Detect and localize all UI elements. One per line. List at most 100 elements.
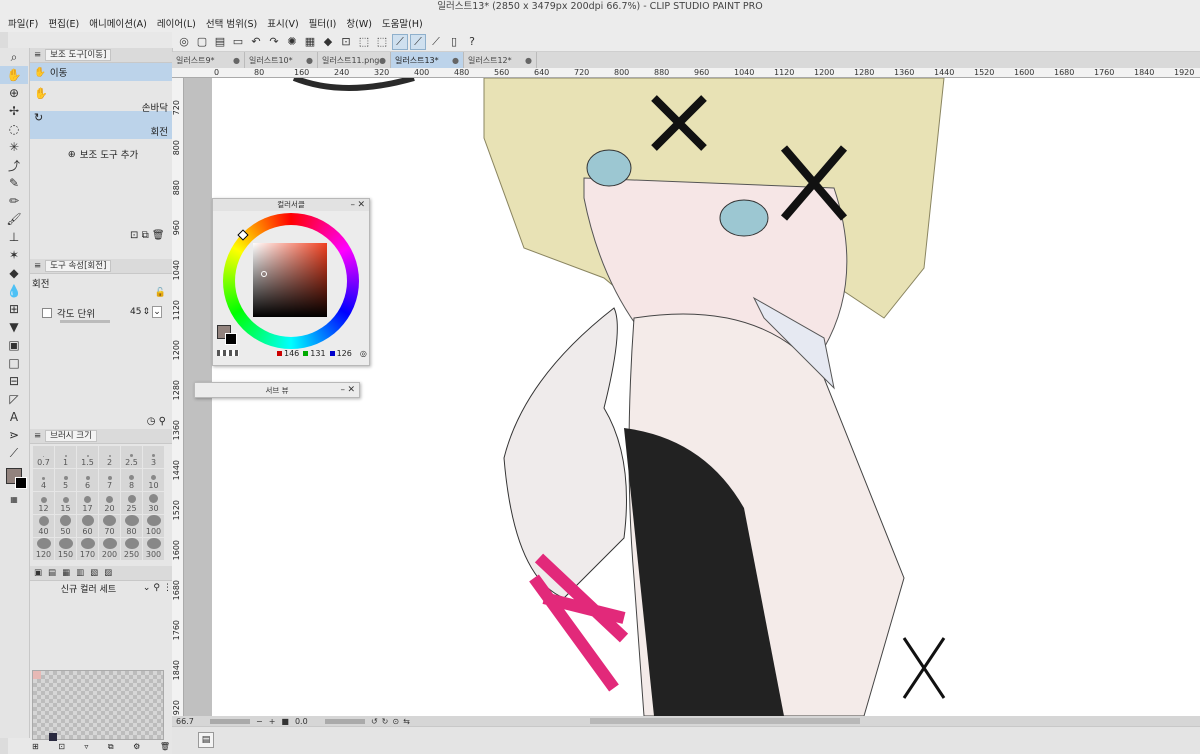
clock-icon[interactable]: ◷ bbox=[147, 416, 156, 427]
transparent-color-chip[interactable] bbox=[217, 350, 239, 356]
decoration-icon[interactable]: ✶ bbox=[0, 246, 28, 264]
brush-size-cell[interactable]: 70 bbox=[99, 515, 120, 537]
brush-size-cell[interactable]: 20 bbox=[99, 492, 120, 514]
undo-icon[interactable]: ↶ bbox=[248, 34, 264, 50]
lock-icon[interactable]: 🔓 bbox=[155, 288, 166, 298]
transparent-color-icon[interactable]: ▦ bbox=[0, 490, 28, 508]
close-tab-icon[interactable]: ● bbox=[379, 56, 386, 65]
clear-icon[interactable]: ▦ bbox=[302, 34, 318, 50]
color-set-grid[interactable] bbox=[32, 670, 164, 741]
menu-layer[interactable]: 레이어(L) bbox=[157, 16, 196, 30]
snap-ruler-icon[interactable]: ⟋ bbox=[392, 33, 408, 50]
brush-size-cell[interactable]: 2.5 bbox=[121, 446, 142, 468]
color-slider-tab-icon[interactable]: ▤ bbox=[48, 568, 56, 578]
color-swatch[interactable] bbox=[49, 733, 57, 741]
angle-unit-checkbox[interactable] bbox=[42, 308, 52, 318]
layer-move-icon[interactable]: ⊕ bbox=[0, 84, 28, 102]
rectangle-icon[interactable]: □ bbox=[0, 354, 28, 372]
menu-edit[interactable]: 편집(E) bbox=[48, 16, 79, 30]
subtool-group-move[interactable]: ✋ 이동 bbox=[30, 63, 172, 81]
gradient-icon[interactable]: ▣ bbox=[0, 336, 28, 354]
sub-color-chip[interactable] bbox=[225, 333, 237, 345]
close-tab-icon[interactable]: ● bbox=[233, 56, 240, 65]
brush-size-cell[interactable]: 8 bbox=[121, 469, 142, 491]
eraser-icon[interactable]: ◆ bbox=[0, 264, 28, 282]
frame-icon[interactable]: ⊟ bbox=[0, 372, 28, 390]
move-hand-icon[interactable]: ✋ bbox=[0, 66, 28, 84]
close-icon[interactable]: ✕ bbox=[347, 383, 355, 398]
minimize-icon[interactable]: – bbox=[341, 383, 346, 398]
saturation-value-square[interactable] bbox=[253, 243, 327, 317]
eyedropper-icon[interactable]: ⤴ bbox=[0, 156, 28, 174]
sub-view-window[interactable]: 서브 뷰 – ✕ bbox=[194, 382, 360, 398]
brush-size-cell[interactable]: 250 bbox=[121, 538, 142, 560]
toolprop-tab[interactable]: 도구 속성[회전] bbox=[45, 260, 112, 272]
more-icon[interactable]: ⋮ bbox=[163, 583, 172, 593]
brush-size-cell[interactable]: 100 bbox=[143, 515, 164, 537]
brush-size-cell[interactable]: 150 bbox=[55, 538, 76, 560]
chevron-down-icon[interactable]: ⌄ bbox=[152, 306, 162, 318]
balloon-icon[interactable]: ⋗ bbox=[0, 426, 28, 444]
close-icon[interactable]: ✕ bbox=[357, 199, 365, 211]
help-icon[interactable]: ? bbox=[464, 34, 480, 50]
brush-size-cell[interactable]: 5 bbox=[55, 469, 76, 491]
snap-grid-icon[interactable]: ⟋ bbox=[428, 34, 444, 50]
transform-icon[interactable]: ⊡ bbox=[338, 34, 354, 50]
zoom-icon[interactable]: ⌕ bbox=[0, 48, 28, 66]
brush-size-cell[interactable]: 50 bbox=[55, 515, 76, 537]
reset-zoom-icon[interactable]: ■ bbox=[281, 717, 289, 726]
redo-icon[interactable]: ↷ bbox=[266, 34, 282, 50]
doc-tab[interactable]: 일러스트13* ● bbox=[391, 52, 464, 68]
menu-filter[interactable]: 필터(I) bbox=[309, 16, 337, 30]
new-file-icon[interactable]: ▢ bbox=[194, 34, 210, 50]
clip-studio-icon[interactable]: ◎ bbox=[176, 34, 192, 50]
brush-size-cell[interactable]: 60 bbox=[77, 515, 98, 537]
color-set-tab-icon[interactable]: ▦ bbox=[62, 568, 70, 578]
doc-tab[interactable]: 일러스트9* ● bbox=[172, 52, 245, 68]
main-color-swatch[interactable] bbox=[0, 462, 28, 490]
brushsize-tab[interactable]: 브러시 크기 bbox=[45, 430, 97, 442]
reset-rotation-icon[interactable]: ⊙ bbox=[392, 717, 399, 726]
subtool-item-rotate[interactable]: ↻ 회전 bbox=[30, 111, 172, 139]
brush-size-cell[interactable]: 2 bbox=[99, 446, 120, 468]
brush-size-cell[interactable]: 120 bbox=[33, 538, 54, 560]
ruler-icon[interactable]: ◸ bbox=[0, 390, 28, 408]
wrench-icon[interactable]: ⚲ bbox=[153, 583, 160, 593]
color-mode-icon[interactable]: ◎ bbox=[360, 349, 367, 358]
copy-subtool-icon[interactable]: ⧉ bbox=[142, 230, 149, 241]
add-color-icon[interactable]: ⊞ bbox=[32, 742, 39, 752]
angle-value-field[interactable]: 45 ⇕ ⌄ bbox=[130, 306, 162, 318]
invert-selection-icon[interactable]: ⬚ bbox=[374, 34, 390, 50]
zoom-in-icon[interactable]: + bbox=[269, 717, 276, 726]
menu-window[interactable]: 창(W) bbox=[346, 16, 372, 30]
replace-color-icon[interactable]: ⊡ bbox=[58, 742, 65, 752]
figure-icon[interactable]: ⊞ bbox=[0, 300, 28, 318]
brush-size-cell[interactable]: 12 bbox=[33, 492, 54, 514]
menu-view[interactable]: 표시(V) bbox=[267, 16, 298, 30]
minimize-icon[interactable]: – bbox=[351, 199, 356, 211]
brush-size-cell[interactable]: 300 bbox=[143, 538, 164, 560]
panel-menu-icon[interactable]: ≡ bbox=[34, 50, 41, 60]
flip-icon[interactable]: ⇆ bbox=[403, 717, 410, 726]
approx-color-tab-icon[interactable]: ▧ bbox=[90, 568, 98, 578]
pencil-icon[interactable]: ✏ bbox=[0, 192, 28, 210]
rotate-right-icon[interactable]: ↻ bbox=[382, 717, 389, 726]
doc-tab[interactable]: 일러스트10* ● bbox=[245, 52, 318, 68]
fill-icon[interactable]: ◆ bbox=[320, 34, 336, 50]
brush-size-cell[interactable]: 4 bbox=[33, 469, 54, 491]
doc-tab[interactable]: 일러스트12* ● bbox=[464, 52, 537, 68]
color-wheel-tab-icon[interactable]: ▣ bbox=[34, 568, 42, 578]
snap-special-ruler-icon[interactable]: ⟋ bbox=[410, 33, 426, 50]
intermediate-color-tab-icon[interactable]: ▥ bbox=[76, 568, 84, 578]
delete-color-icon[interactable]: ▿ bbox=[84, 742, 88, 752]
color-set-selector[interactable]: 신규 컬러 세트 ⌄ ⚲ ⋮ bbox=[30, 581, 172, 595]
panel-menu-icon[interactable]: ≡ bbox=[34, 261, 41, 271]
close-tab-icon[interactable]: ● bbox=[452, 56, 459, 65]
settings-icon[interactable]: ⚙ bbox=[133, 742, 140, 752]
brush-size-cell[interactable]: 30 bbox=[143, 492, 164, 514]
blend-icon[interactable]: 💧 bbox=[0, 282, 28, 300]
text-icon[interactable]: A bbox=[0, 408, 28, 426]
zoom-slider[interactable] bbox=[210, 718, 250, 724]
delete-subtool-icon[interactable]: 🗑 bbox=[152, 230, 165, 241]
chevron-down-icon[interactable]: ⌄ bbox=[143, 583, 151, 593]
